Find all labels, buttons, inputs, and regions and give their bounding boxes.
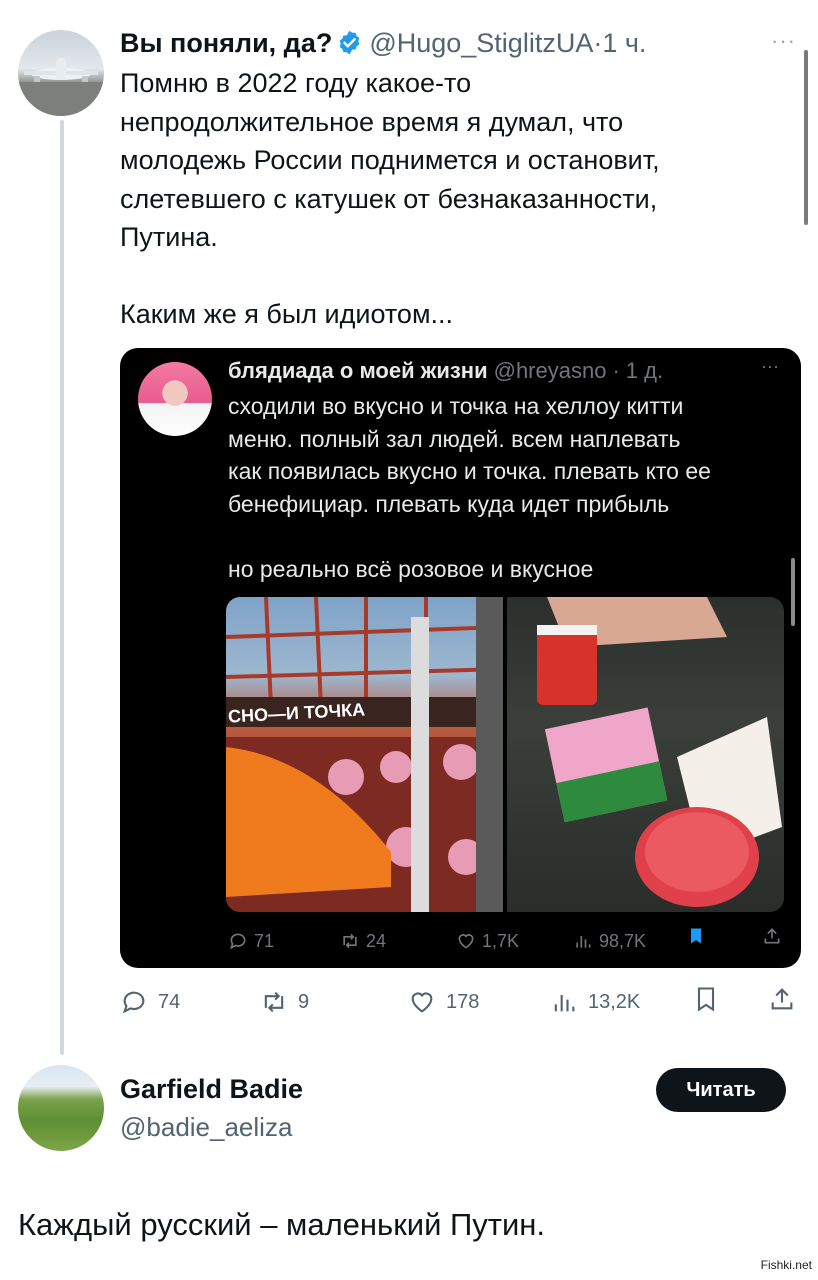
author-handle[interactable]: @Hugo_StiglitzUA <box>369 28 593 58</box>
quoted-text: сходили во вкусно и точка на хеллоу китт… <box>228 393 711 582</box>
share-button[interactable] <box>768 985 796 1013</box>
reply-count: 74 <box>158 991 181 1013</box>
tweet-actions: 74 9 178 13,2K <box>120 985 800 1019</box>
quoted-author-avatar[interactable] <box>138 362 212 436</box>
bookmark-filled-icon <box>691 928 701 944</box>
like-count: 178 <box>446 991 480 1013</box>
follow-button[interactable]: Читать <box>656 1068 786 1112</box>
views-count: 13,2K <box>588 991 641 1013</box>
bookmark-icon <box>697 987 715 1012</box>
profile-handle[interactable]: @badie_aeliza <box>120 1110 292 1144</box>
profile-avatar[interactable] <box>18 1065 104 1151</box>
author-name[interactable]: Вы поняли, да? <box>120 28 332 58</box>
quoted-views-button[interactable]: 98,7K <box>573 926 646 956</box>
author-avatar[interactable] <box>18 30 104 116</box>
quoted-scrollbar[interactable] <box>791 558 795 626</box>
like-button[interactable]: 178 <box>408 985 479 1019</box>
quoted-bookmark-button[interactable] <box>686 926 706 946</box>
tweet-time[interactable]: 1 ч. <box>602 28 646 58</box>
quoted-actions: 71 24 1,7K 98,7K <box>228 926 788 956</box>
heart-icon <box>458 934 474 949</box>
quoted-photos[interactable]: СНО—И ТОЧКА <box>226 597 784 912</box>
heart-icon <box>411 992 433 1013</box>
share-icon <box>764 928 780 944</box>
watermark: Fishki.net <box>758 1258 814 1272</box>
thread-line <box>60 120 64 1055</box>
quoted-like-button[interactable]: 1,7K <box>456 926 519 956</box>
quoted-reply-count: 71 <box>254 931 275 951</box>
reply-icon <box>229 933 246 950</box>
quoted-retweet-button[interactable]: 24 <box>340 926 386 956</box>
retweet-icon <box>343 933 357 949</box>
retweet-button[interactable]: 9 <box>260 985 309 1019</box>
quoted-share-button[interactable] <box>762 926 782 946</box>
quoted-header: блядиада о моей жизни @hreyasno · 1 д. <box>228 354 663 388</box>
views-button[interactable]: 13,2K <box>550 985 640 1019</box>
quoted-author-name[interactable]: блядиада о моей жизни <box>228 358 488 383</box>
quoted-reply-button[interactable]: 71 <box>228 926 274 956</box>
reply-button[interactable]: 74 <box>120 985 180 1019</box>
airplane-image <box>18 58 104 116</box>
bookmark-button[interactable] <box>692 985 720 1013</box>
views-icon <box>554 995 575 1012</box>
tweet-text: Помню в 2022 году какое-то непродолжител… <box>120 68 660 329</box>
caption-text: Каждый русский – маленький Путин. <box>18 1207 546 1242</box>
quoted-author-handle[interactable]: @hreyasno <box>494 358 607 383</box>
verified-badge-icon <box>340 30 360 55</box>
quoted-like-count: 1,7K <box>482 931 520 951</box>
reply-icon <box>122 991 145 1014</box>
profile-name[interactable]: Garfield Badie <box>120 1072 303 1106</box>
quoted-more-icon[interactable]: ··· <box>761 356 779 377</box>
separator: · <box>593 28 603 58</box>
share-icon <box>771 988 793 1010</box>
more-options-icon[interactable]: ··· <box>771 28 796 54</box>
retweet-count: 9 <box>298 991 310 1013</box>
views-icon <box>576 936 591 948</box>
separator: · <box>612 358 620 383</box>
store-front-photo[interactable]: СНО—И ТОЧКА <box>226 597 503 912</box>
scrollbar[interactable] <box>804 50 808 225</box>
burger-photo[interactable] <box>507 597 784 912</box>
quoted-tweet[interactable]: блядиада о моей жизни @hreyasno · 1 д. ··· … <box>120 348 801 968</box>
quoted-views-count: 98,7K <box>599 931 647 951</box>
quoted-retweet-count: 24 <box>366 931 387 951</box>
quoted-time[interactable]: 1 д. <box>626 358 663 383</box>
tweet-header: Вы поняли, да? @Hugo_StiglitzUA·1 ч. <box>120 24 646 62</box>
retweet-icon <box>264 991 284 1013</box>
